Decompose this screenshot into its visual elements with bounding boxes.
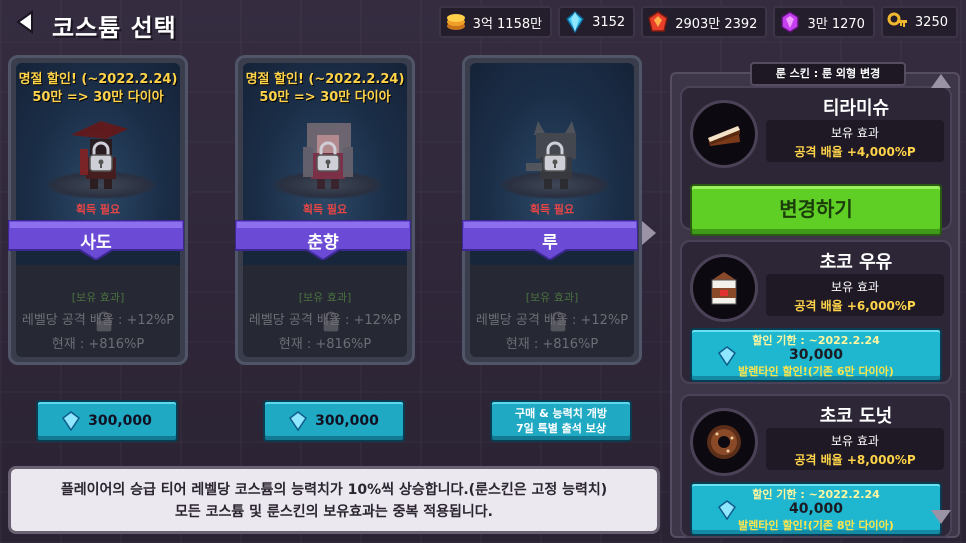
coin-stack-icon <box>445 11 467 33</box>
blue-diamond-icon <box>718 500 736 520</box>
currency-gold[interactable]: 3억 1158만 <box>438 6 553 38</box>
owned-effect-heading: [보유 효과] <box>298 291 352 304</box>
rune-item-choco-donut[interactable]: 초코 도넛 보유 효과 공격 배율 +8,000%P 할인 기한 : ~2022… <box>680 394 952 538</box>
rune-name: 초코 도넛 <box>819 406 893 427</box>
key-icon <box>887 11 909 33</box>
button-line-1: 구매 & 능력치 개방 <box>515 407 607 420</box>
costume-card-ru[interactable]: 획득 필요 [보유 효과] 레벨당 공격 배율 : +12%P 현재 : +81… <box>462 55 642 365</box>
currency-gold-value: 3억 1158만 <box>472 16 543 32</box>
currency-red-gem-value: 2903만 2392 <box>675 16 758 32</box>
scroll-up-icon[interactable] <box>930 72 952 90</box>
rune-effect-heading: 보유 효과 <box>831 126 879 140</box>
blue-diamond-icon <box>62 411 81 431</box>
page-title: 코스튬 선택 <box>52 14 177 42</box>
costume-name: 사도 <box>80 233 112 253</box>
rune-skin-tab: 룬 스킨 : 룬 외형 변경 <box>750 62 906 86</box>
price-label: 300,000 <box>88 413 152 429</box>
rune-effect-value: 공격 배율 +4,000%P <box>794 145 916 159</box>
buy-chunhyang-button[interactable]: 300,000 <box>263 400 405 442</box>
acquire-required-label: 획득 필요 <box>529 203 575 216</box>
currency-key-value: 3250 <box>914 14 948 30</box>
currency-diamond-value: 3152 <box>592 14 626 30</box>
rune-effect-box: 보유 효과 공격 배율 +6,000%P <box>766 274 944 316</box>
blue-diamond-icon <box>564 11 586 33</box>
sale-line-1: 명절 할인! (~2022.2.24) <box>245 72 405 87</box>
rune-item-choco-milk[interactable]: 초코 우유 보유 효과 공격 배율 +6,000%P 할인 기한 : ~2022… <box>680 240 952 384</box>
scroll-down-icon[interactable] <box>930 508 952 526</box>
sale-line-1: 명절 할인! (~2022.2.24) <box>18 72 178 87</box>
name-ribbon: 루 <box>462 220 638 260</box>
rune-effect-value: 공격 배율 +8,000%P <box>794 453 916 467</box>
lock-icon <box>89 141 113 172</box>
rune-effect-box: 보유 효과 공격 배율 +4,000%P <box>766 120 944 162</box>
name-ribbon: 사도 <box>8 220 184 260</box>
sale-line-2: 50만 => 30만 다이아 <box>259 90 391 105</box>
currency-purple-crystal-value: 3만 1270 <box>807 16 865 32</box>
effect-current: 현재 : +816%P <box>51 337 145 352</box>
lock-icon <box>316 141 340 172</box>
currency-diamond[interactable]: 3152 <box>558 6 636 38</box>
price-label: 300,000 <box>315 413 379 429</box>
rune-effect-value: 공격 배율 +6,000%P <box>794 299 916 313</box>
effect-per-level: 레벨당 공격 배율 : +12%P <box>248 313 402 328</box>
rune-effect-heading: 보유 효과 <box>831 434 879 448</box>
rune-name: 티라미슈 <box>822 98 890 119</box>
currency-purple-crystal[interactable]: 3만 1270 <box>773 6 875 38</box>
effect-per-level: 레벨당 공격 배율 : +12%P <box>21 313 175 328</box>
owned-effect-heading: [보유 효과] <box>525 291 579 304</box>
notice-line-2: 모든 코스튬 및 룬스킨의 보유효과는 중복 적용됩니다. <box>175 504 493 520</box>
sale-banner: 명절 할인! (~2022.2.24) 50만 => 30만 다이아 <box>16 71 180 107</box>
buy-choco-milk-button[interactable]: 할인 기한 : ~2022.2.24 30,000 발렌타인 할인!(기존 6만… <box>690 328 942 382</box>
sale-banner: 명절 할인! (~2022.2.24) 50만 => 30만 다이아 <box>243 71 407 107</box>
buy-choco-donut-button[interactable]: 할인 기한 : ~2022.2.24 40,000 발렌타인 할인!(기존 8만… <box>690 482 942 536</box>
button-line-2: 7일 특별 출석 보상 <box>516 422 606 435</box>
costume-name: 루 <box>542 233 558 253</box>
purple-crystal-icon <box>779 11 801 33</box>
info-notice: 플레이어의 승급 티어 레벨당 코스튬의 능력치가 10%씩 상승합니다.(룬스… <box>8 466 660 534</box>
red-gem-icon <box>647 11 669 33</box>
tiramisu-cake-icon <box>690 100 758 168</box>
chocolate-donut-icon <box>690 408 758 476</box>
rune-name: 초코 우유 <box>819 252 893 273</box>
acquire-required-label: 획득 필요 <box>302 203 348 216</box>
buy-sado-button[interactable]: 300,000 <box>36 400 178 442</box>
effect-current: 현재 : +816%P <box>278 337 372 352</box>
blue-diamond-icon <box>289 411 308 431</box>
currency-key[interactable]: 3250 <box>880 6 958 38</box>
rune-item-tiramisu[interactable]: 티라미슈 보유 효과 공격 배율 +4,000%P 변경하기 <box>680 86 952 236</box>
back-arrow-icon[interactable] <box>12 8 40 36</box>
blue-diamond-icon <box>718 346 736 366</box>
costume-name: 춘향 <box>307 233 339 253</box>
owned-effect-heading: [보유 효과] <box>71 291 125 304</box>
currency-bar: 3억 1158만 3152 2903만 2392 3만 1270 3250 <box>438 6 958 38</box>
chocolate-milk-carton-icon <box>690 254 758 322</box>
rune-effect-heading: 보유 효과 <box>831 280 879 294</box>
costume-card-chunhyang[interactable]: 명절 할인! (~2022.2.24) 50만 => 30만 다이아 획득 필요… <box>235 55 415 365</box>
acquire-required-label: 획득 필요 <box>75 203 121 216</box>
notice-line-1: 플레이어의 승급 티어 레벨당 코스튬의 능력치가 10%씩 상승합니다.(룬스… <box>60 482 608 498</box>
purchase-unlock-button[interactable]: 구매 & 능력치 개방 7일 특별 출석 보상 <box>490 400 632 442</box>
lock-icon <box>543 141 567 172</box>
change-button[interactable]: 변경하기 <box>690 184 942 236</box>
effect-current: 현재 : +816%P <box>505 337 599 352</box>
sale-line-2: 50만 => 30만 다이아 <box>32 90 164 105</box>
effect-per-level: 레벨당 공격 배율 : +12%P <box>475 313 629 328</box>
rune-effect-box: 보유 효과 공격 배율 +8,000%P <box>766 428 944 470</box>
name-ribbon: 춘향 <box>235 220 411 260</box>
currency-red-gem[interactable]: 2903만 2392 <box>641 6 768 38</box>
costume-card-sado[interactable]: 명절 할인! (~2022.2.24) 50만 => 30만 다이아 획득 필요… <box>8 55 188 365</box>
